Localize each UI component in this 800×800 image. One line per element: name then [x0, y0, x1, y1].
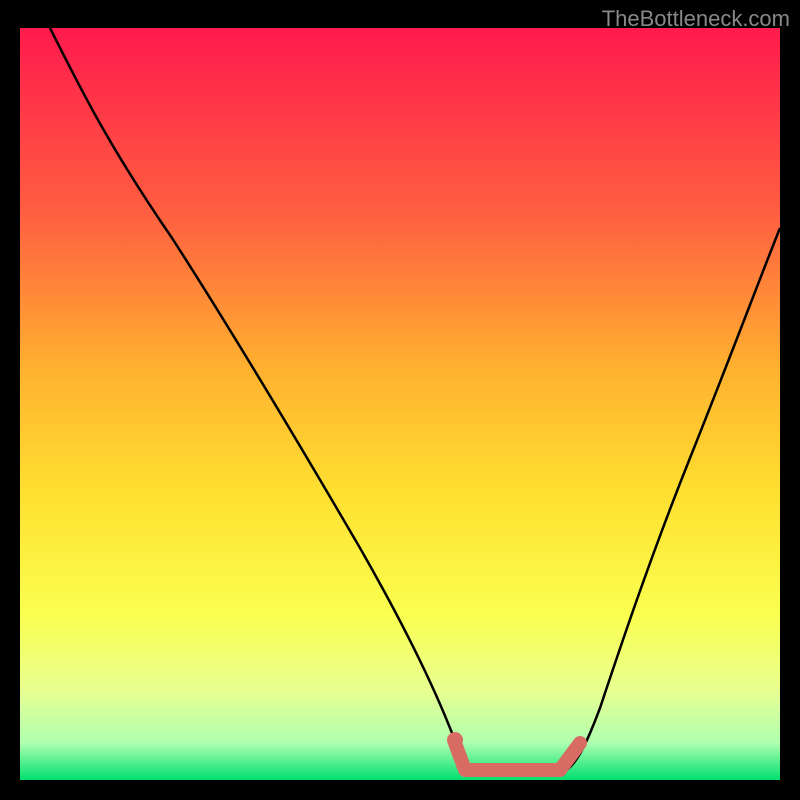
watermark-text: TheBottleneck.com	[602, 6, 790, 32]
gradient-background	[20, 28, 780, 780]
optimal-range-marker-start	[447, 732, 463, 748]
chart-svg	[20, 28, 780, 780]
chart-plot-area	[20, 28, 780, 780]
